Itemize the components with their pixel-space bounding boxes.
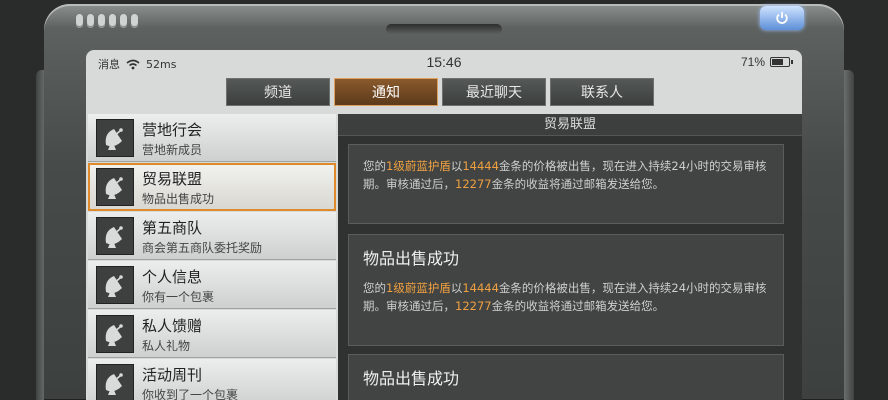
tab-bar: 频道 通知 最近聊天 联系人 xyxy=(226,78,654,106)
list-item-subtitle: 物品出售成功 xyxy=(142,192,215,206)
list-item[interactable]: 个人信息 你有一个包裹 xyxy=(88,261,336,309)
satellite-dish-icon xyxy=(96,119,134,157)
satellite-dish-icon xyxy=(96,168,134,206)
item-name: 1级蔚蓝护盾 xyxy=(386,281,451,295)
item-name: 1级蔚蓝护盾 xyxy=(386,159,451,173)
sale-price: 14444 xyxy=(462,281,499,295)
tab-notifications[interactable]: 通知 xyxy=(334,78,438,106)
top-slot xyxy=(386,24,502,34)
list-item-title: 贸易联盟 xyxy=(142,170,203,188)
list-item-title: 第五商队 xyxy=(142,219,203,237)
list-item-title: 活动周刊 xyxy=(142,366,203,384)
satellite-dish-icon xyxy=(96,266,134,304)
power-icon xyxy=(776,11,788,24)
notification-list: 营地行会 营地新成员 贸易联盟 物品出售成功 第五商队 商会第五商队委托奖励 个… xyxy=(88,114,336,400)
list-item-title: 私人馈赠 xyxy=(142,317,203,335)
list-item-subtitle: 你收到了一个包裹 xyxy=(142,388,239,400)
message-card: 您的1级蔚蓝护盾以14444金条的价格被出售，现在进入持续24小时的交易审核期。… xyxy=(348,144,784,224)
list-item-subtitle: 商会第五商队委托奖励 xyxy=(142,241,263,255)
tab-channel[interactable]: 频道 xyxy=(226,78,330,106)
tab-contacts[interactable]: 联系人 xyxy=(550,78,654,106)
list-item-subtitle: 营地新成员 xyxy=(142,143,203,157)
device-screen: 消息 52ms 15:46 71% 频道 通知 最近聊天 联系人 营地行会 营地… xyxy=(86,50,802,400)
clock: 15:46 xyxy=(426,54,462,70)
grip-dots xyxy=(76,14,138,28)
battery-icon xyxy=(770,57,793,67)
message-title: 物品出售成功 xyxy=(363,249,460,268)
message-body: 您的1级蔚蓝护盾以14444金条的价格被出售，现在进入持续24小时的交易审核期。… xyxy=(363,281,767,313)
tab-recent-chats[interactable]: 最近聊天 xyxy=(442,78,546,106)
income-amount: 12277 xyxy=(455,177,492,191)
list-item[interactable]: 营地行会 营地新成员 xyxy=(88,114,336,162)
status-bar: 消息 52ms 15:46 71% xyxy=(86,50,802,76)
list-item-title: 营地行会 xyxy=(142,121,203,139)
list-item[interactable]: 贸易联盟 物品出售成功 xyxy=(88,163,336,211)
battery-percent: 71% xyxy=(740,55,765,69)
power-button[interactable] xyxy=(760,6,804,30)
detail-header: 贸易联盟 xyxy=(338,114,802,136)
message-card: 物品出售成功 xyxy=(348,354,784,400)
satellite-dish-icon xyxy=(96,315,134,353)
satellite-dish-icon xyxy=(96,364,134,400)
message-detail-pane: 贸易联盟 您的1级蔚蓝护盾以14444金条的价格被出售，现在进入持续24小时的交… xyxy=(338,114,802,400)
satellite-dish-icon xyxy=(96,217,134,255)
income-amount: 12277 xyxy=(455,299,492,313)
list-item-subtitle: 私人礼物 xyxy=(142,339,191,353)
message-title: 物品出售成功 xyxy=(363,369,460,388)
list-item[interactable]: 私人馈赠 私人礼物 xyxy=(88,310,336,358)
list-item-title: 个人信息 xyxy=(142,268,203,286)
sale-price: 14444 xyxy=(462,159,499,173)
list-item[interactable]: 第五商队 商会第五商队委托奖励 xyxy=(88,212,336,260)
message-card: 物品出售成功 您的1级蔚蓝护盾以14444金条的价格被出售，现在进入持续24小时… xyxy=(348,234,784,346)
message-body: 您的1级蔚蓝护盾以14444金条的价格被出售，现在进入持续24小时的交易审核期。… xyxy=(363,159,767,191)
list-item-subtitle: 你有一个包裹 xyxy=(142,290,215,304)
list-item[interactable]: 活动周刊 你收到了一个包裹 xyxy=(88,359,336,400)
